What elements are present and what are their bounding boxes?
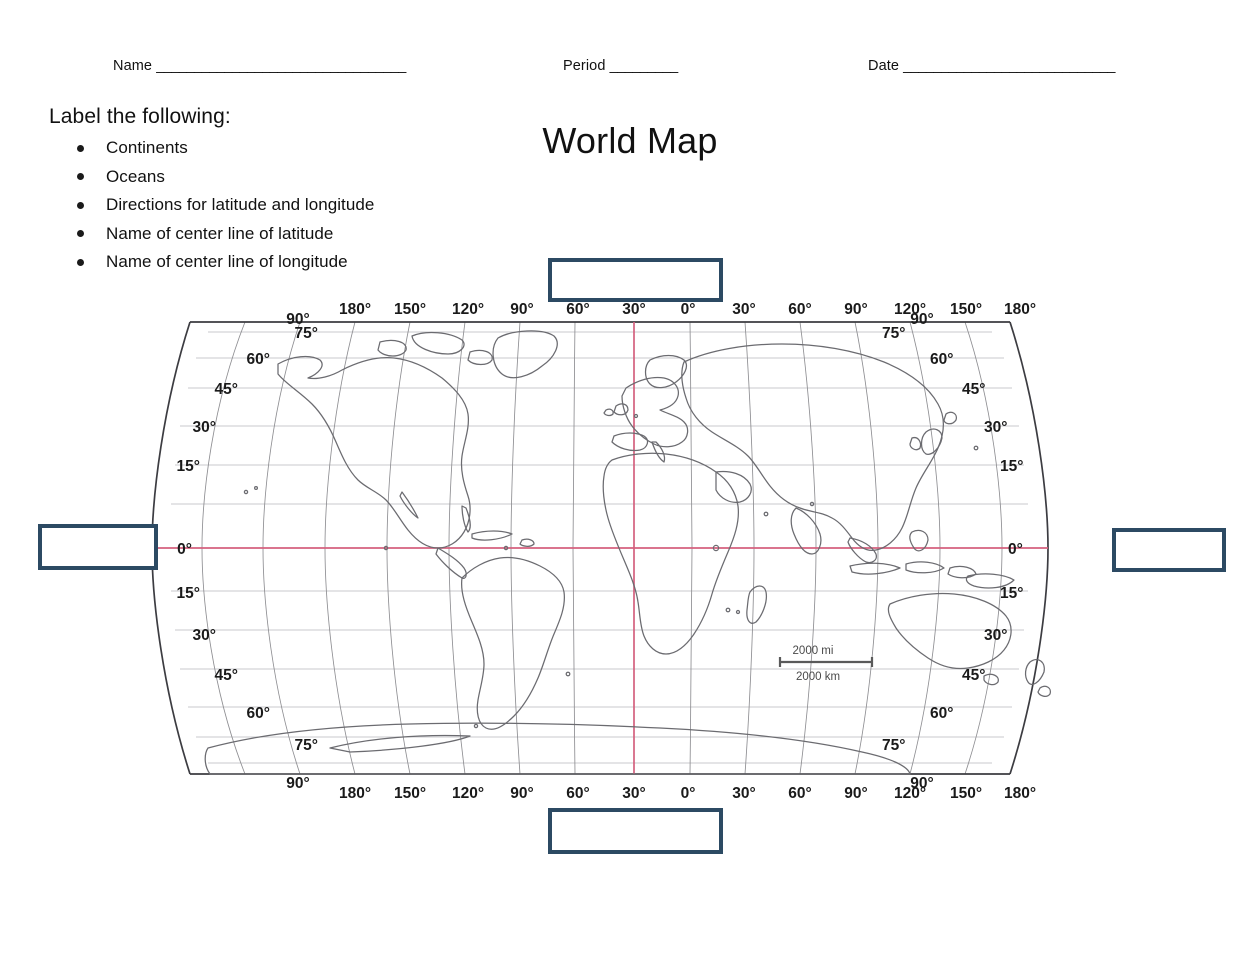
lon-label-bottom: 60° xyxy=(788,785,811,802)
worksheet-page: Name _________________________________ P… xyxy=(0,0,1255,970)
lat-label-left: 0° xyxy=(177,541,192,558)
bullet-icon xyxy=(77,230,84,237)
lon-label-bottom: 180° xyxy=(339,785,371,802)
bullet-icon xyxy=(77,201,84,209)
lon-label-top: 180° xyxy=(339,301,371,318)
lat-label-left: 45° xyxy=(215,381,238,398)
lon-label-top: 0° xyxy=(681,301,696,318)
date-rule: ____________________________ xyxy=(903,58,1115,74)
lat-label-left: 15° xyxy=(177,585,200,602)
lon-label-pole-bottom-right: 90° xyxy=(910,775,933,792)
lon-label-bottom: 30° xyxy=(732,785,755,802)
lat-label-right: 15° xyxy=(1000,585,1023,602)
period-field[interactable]: Period _________ xyxy=(563,58,678,74)
period-rule: _________ xyxy=(609,58,679,74)
lat-label-left: 75° xyxy=(295,737,318,754)
lon-label-top: 90° xyxy=(510,301,533,318)
lat-label-right: 45° xyxy=(962,667,985,684)
lon-label-top: 60° xyxy=(788,301,811,318)
lon-label-top: 90° xyxy=(844,301,867,318)
lon-label-bottom: 180° xyxy=(1004,785,1036,802)
lon-label-top: 30° xyxy=(622,301,645,318)
lat-label-left: 30° xyxy=(193,419,216,436)
lon-label-top: 30° xyxy=(732,301,755,318)
label-box-bottom[interactable] xyxy=(548,808,723,854)
label-box-left[interactable] xyxy=(38,524,158,570)
lat-label-left: 60° xyxy=(247,705,270,722)
list-item-label: Continents xyxy=(106,138,188,157)
list-item: Name of center line of latitude xyxy=(49,220,519,249)
lat-label-left: 45° xyxy=(215,667,238,684)
bullet-icon xyxy=(77,173,84,180)
lon-label-top: 150° xyxy=(950,301,982,318)
lat-label-right: 75° xyxy=(882,737,905,754)
lon-label-top: 120° xyxy=(452,301,484,318)
world-map-svg: 2000 mi 2000 km 180° 150° 120° 90° 60° 3… xyxy=(151,301,1052,802)
lon-label-top: 60° xyxy=(566,301,589,318)
lon-label-pole-top-right: 90° xyxy=(910,311,933,328)
name-rule: _________________________________ xyxy=(156,58,406,74)
lat-label-left: 75° xyxy=(295,325,318,342)
coastlines xyxy=(204,330,1052,775)
lat-label-right: 75° xyxy=(882,325,905,342)
lat-label-right: 0° xyxy=(1008,541,1023,558)
list-item-label: Oceans xyxy=(106,166,165,186)
list-item: Oceans xyxy=(49,163,519,192)
lon-label-top: 180° xyxy=(1004,301,1036,318)
date-field[interactable]: Date ____________________________ xyxy=(868,58,1115,74)
label-box-top[interactable] xyxy=(548,258,723,302)
latitude-labels-left: 75° 60° 45° 30° 15° 0° 15° 30° 45° 60° 7… xyxy=(177,325,318,754)
lon-label-bottom: 30° xyxy=(622,785,645,802)
lon-label-top: 150° xyxy=(394,301,426,318)
lat-label-right: 60° xyxy=(930,705,953,722)
lon-label-bottom: 60° xyxy=(566,785,589,802)
scale-km-label: 2000 km xyxy=(796,671,840,683)
name-field[interactable]: Name _________________________________ xyxy=(113,58,406,74)
list-item: Directions for latitude and longitude xyxy=(49,191,519,220)
lon-label-bottom: 120° xyxy=(452,785,484,802)
bullet-icon xyxy=(77,258,84,266)
lon-label-bottom: 90° xyxy=(844,785,867,802)
lon-label-bottom: 90° xyxy=(510,785,533,802)
lat-label-right: 30° xyxy=(984,627,1007,644)
list-item-label: Directions for latitude and longitude xyxy=(106,195,375,214)
lat-label-left: 15° xyxy=(177,458,200,475)
pole-labels: 90° 90° 90° 90° xyxy=(286,311,933,792)
lon-label-bottom: 150° xyxy=(950,785,982,802)
lon-label-bottom: 0° xyxy=(681,785,696,802)
lat-label-right: 15° xyxy=(1000,458,1023,475)
lat-label-right: 45° xyxy=(962,381,985,398)
world-map: 2000 mi 2000 km 180° 150° 120° 90° 60° 3… xyxy=(150,296,1140,816)
date-label: Date xyxy=(868,58,900,74)
list-item-label: Name of center line of latitude xyxy=(106,223,334,243)
list-item-label: Name of center line of longitude xyxy=(106,252,348,271)
map-scale: 2000 mi 2000 km xyxy=(778,645,874,683)
name-label: Name xyxy=(113,58,153,74)
lat-label-right: 60° xyxy=(930,351,953,368)
page-title: World Map xyxy=(542,120,718,161)
lat-label-right: 30° xyxy=(984,419,1007,436)
bullet-icon xyxy=(77,144,84,152)
label-box-right[interactable] xyxy=(1112,528,1226,572)
lon-label-bottom: 150° xyxy=(394,785,426,802)
lon-label-pole-bottom-left: 90° xyxy=(286,775,309,792)
scale-miles-label: 2000 mi xyxy=(793,645,834,657)
period-label: Period xyxy=(563,58,606,74)
lat-label-left: 30° xyxy=(193,627,216,644)
header-fields: Name _________________________________ P… xyxy=(0,58,1255,82)
list-item: Name of center line of longitude xyxy=(49,248,519,277)
lat-label-left: 60° xyxy=(247,351,270,368)
